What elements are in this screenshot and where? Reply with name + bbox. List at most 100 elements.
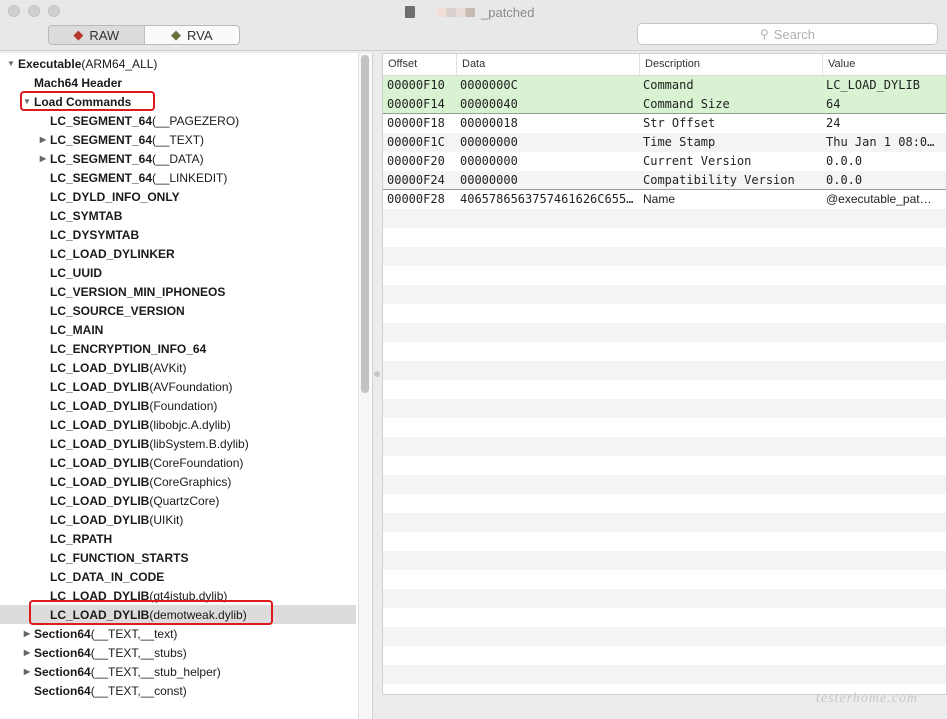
- tree-item-label: LC_LOAD_DYLIB: [50, 417, 150, 432]
- tree-item[interactable]: LC_UUID: [0, 263, 356, 282]
- cell-offset: 00000F28: [387, 192, 445, 206]
- column-header-data[interactable]: Data: [456, 54, 639, 75]
- cell-description: Compatibility Version: [643, 173, 795, 187]
- cell-description: Command Size: [643, 97, 730, 111]
- table-row[interactable]: 00000F24 00000000 Compatibility Version 0.0…: [383, 171, 946, 190]
- column-header-value[interactable]: Value: [822, 54, 946, 75]
- tree-item[interactable]: LC_DYLD_INFO_ONLY: [0, 187, 356, 206]
- empty-table-row: [383, 475, 946, 494]
- cell-data: 00000018: [460, 116, 518, 130]
- disclosure-closed-icon[interactable]: ▶: [22, 648, 32, 657]
- tree-item-label: LC_LOAD_DYLIB: [50, 398, 150, 413]
- tree-item[interactable]: Section64 (__TEXT,__const): [0, 681, 356, 700]
- tree-item[interactable]: LC_SEGMENT_64 (__PAGEZERO): [0, 111, 356, 130]
- table-row[interactable]: 00000F10 0000000C Command LC_LOAD_DYLIB: [383, 76, 946, 95]
- cell-offset: 00000F18: [387, 116, 445, 130]
- tree-item[interactable]: LC_DYSYMTAB: [0, 225, 356, 244]
- rva-button[interactable]: ◆ RVA: [145, 26, 240, 44]
- redacted-filename: [437, 7, 475, 17]
- empty-table-row: [383, 437, 946, 456]
- tree-item-label: Section64: [34, 626, 91, 641]
- tree-item[interactable]: LC_RPATH: [0, 529, 356, 548]
- close-window-button[interactable]: [8, 5, 20, 17]
- tree-item[interactable]: LC_LOAD_DYLIB (CoreGraphics): [0, 472, 356, 491]
- disclosure-closed-icon[interactable]: ▶: [22, 667, 32, 676]
- tree-item-label: LC_SEGMENT_64: [50, 132, 153, 147]
- tree-item[interactable]: LC_FUNCTION_STARTS: [0, 548, 356, 567]
- table-row[interactable]: 00000F28 406578656375746162​6C655… Name @ex…: [383, 190, 946, 209]
- tree-item[interactable]: LC_ENCRYPTION_INFO_64: [0, 339, 356, 358]
- empty-table-row: [383, 494, 946, 513]
- table-row[interactable]: 00000F1C 00000000 Time Stamp Thu Jan 1 08:0…: [383, 133, 946, 152]
- empty-table-row: [383, 608, 946, 627]
- tree-item[interactable]: LC_LOAD_DYLINKER: [0, 244, 356, 263]
- tree-item[interactable]: LC_DATA_IN_CODE: [0, 567, 356, 586]
- cell-value: LC_LOAD_DYLIB: [826, 78, 920, 92]
- tree-item-suffix: (AVFoundation): [149, 379, 233, 394]
- split-view-divider-handle[interactable]: [374, 371, 380, 377]
- rva-icon: ◆: [170, 27, 181, 42]
- tree-item[interactable]: LC_LOAD_DYLIB (Foundation): [0, 396, 356, 415]
- tree-item[interactable]: LC_LOAD_DYLIB (CoreFoundation): [0, 453, 356, 472]
- tree-item[interactable]: ▶ LC_SEGMENT_64 (__DATA): [0, 149, 356, 168]
- sidebar-scroll-thumb[interactable]: [361, 55, 369, 393]
- tree-item-label: LC_SEGMENT_64: [50, 170, 153, 185]
- table-row[interactable]: 00000F14 00000040 Command Size 64: [383, 95, 946, 114]
- tree-item[interactable]: LC_MAIN: [0, 320, 356, 339]
- tree-item-label: LC_LOAD_DYLIB: [50, 436, 150, 451]
- watermark: testerhome.com: [816, 691, 918, 706]
- tree-item-label: LC_VERSION_MIN_IPHONEOS: [50, 284, 226, 299]
- cell-data: 0000000C: [460, 78, 518, 92]
- disclosure-closed-icon[interactable]: ▶: [38, 154, 48, 163]
- tree-item-label: LC_LOAD_DYLIB: [50, 360, 150, 375]
- tree-item-suffix: (QuartzCore): [149, 493, 220, 508]
- raw-button[interactable]: ◆ RAW: [49, 26, 145, 44]
- tree-item-label: LC_LOAD_DYLIB: [50, 474, 150, 489]
- table-row[interactable]: 00000F18 00000018 Str Offset 24: [383, 114, 946, 133]
- column-header-description[interactable]: Description: [639, 54, 822, 75]
- search-field[interactable]: ⚲ Search: [637, 23, 938, 45]
- tree-item[interactable]: LC_SOURCE_VERSION: [0, 301, 356, 320]
- disclosure-closed-icon[interactable]: ▶: [38, 135, 48, 144]
- tree-item[interactable]: LC_LOAD_DYLIB (UIKit): [0, 510, 356, 529]
- zoom-window-button[interactable]: [48, 5, 60, 17]
- cell-data: 00000000: [460, 135, 518, 149]
- sidebar-scrollbar[interactable]: [358, 53, 371, 719]
- table-row[interactable]: 00000F20 00000000 Current Version 0.0.0: [383, 152, 946, 171]
- tree-item[interactable]: LC_LOAD_DYLIB (libobjc.A.dylib): [0, 415, 356, 434]
- tree-item[interactable]: LC_SEGMENT_64 (__LINKEDIT): [0, 168, 356, 187]
- tree-item[interactable]: LC_LOAD_DYLIB (AVKit): [0, 358, 356, 377]
- column-header-offset[interactable]: Offset: [383, 54, 456, 75]
- tree-item-label: LC_RPATH: [50, 531, 113, 546]
- tree-item[interactable]: LC_LOAD_DYLIB (QuartzCore): [0, 491, 356, 510]
- tree-item-suffix: (__TEXT,__stubs): [90, 645, 187, 660]
- tree-item[interactable]: LC_LOAD_DYLIB (libSystem.B.dylib): [0, 434, 356, 453]
- cell-description: Str Offset: [643, 116, 716, 130]
- tree-item[interactable]: Mach64 Header: [0, 73, 356, 92]
- cell-data: 406578656375746162​6C655…: [460, 192, 634, 206]
- tree-item[interactable]: ▶ Section64 (__TEXT,__stubs): [0, 643, 356, 662]
- tree-item[interactable]: ▶ LC_SEGMENT_64 (__TEXT): [0, 130, 356, 149]
- tree-item-suffix: (__PAGEZERO): [152, 113, 240, 128]
- tree-item-suffix: (UIKit): [149, 512, 184, 527]
- tree-item[interactable]: LC_VERSION_MIN_IPHONEOS: [0, 282, 356, 301]
- disclosure-open-icon[interactable]: ▼: [6, 59, 16, 68]
- tree-item-label: LC_FUNCTION_STARTS: [50, 550, 189, 565]
- tree-item-suffix: (Foundation): [149, 398, 218, 413]
- empty-table-row: [383, 513, 946, 532]
- cell-description: Time Stamp: [643, 135, 716, 149]
- tree-item[interactable]: ▼ Executable (ARM64_ALL): [0, 54, 356, 73]
- empty-table-row: [383, 380, 946, 399]
- tree-item-label: LC_DYLD_INFO_ONLY: [50, 189, 180, 204]
- disclosure-closed-icon[interactable]: ▶: [22, 629, 32, 638]
- tree-item-label: Section64: [34, 683, 91, 698]
- empty-table-row: [383, 570, 946, 589]
- tree-item[interactable]: ▶ Section64 (__TEXT,__stub_helper): [0, 662, 356, 681]
- cell-value: 64: [826, 97, 841, 111]
- table-header: Offset Data Description Value: [383, 54, 946, 76]
- tree-item[interactable]: LC_SYMTAB: [0, 206, 356, 225]
- empty-table-row: [383, 646, 946, 665]
- tree-item[interactable]: LC_LOAD_DYLIB (AVFoundation): [0, 377, 356, 396]
- minimize-window-button[interactable]: [28, 5, 40, 17]
- tree-item[interactable]: ▶ Section64 (__TEXT,__text): [0, 624, 356, 643]
